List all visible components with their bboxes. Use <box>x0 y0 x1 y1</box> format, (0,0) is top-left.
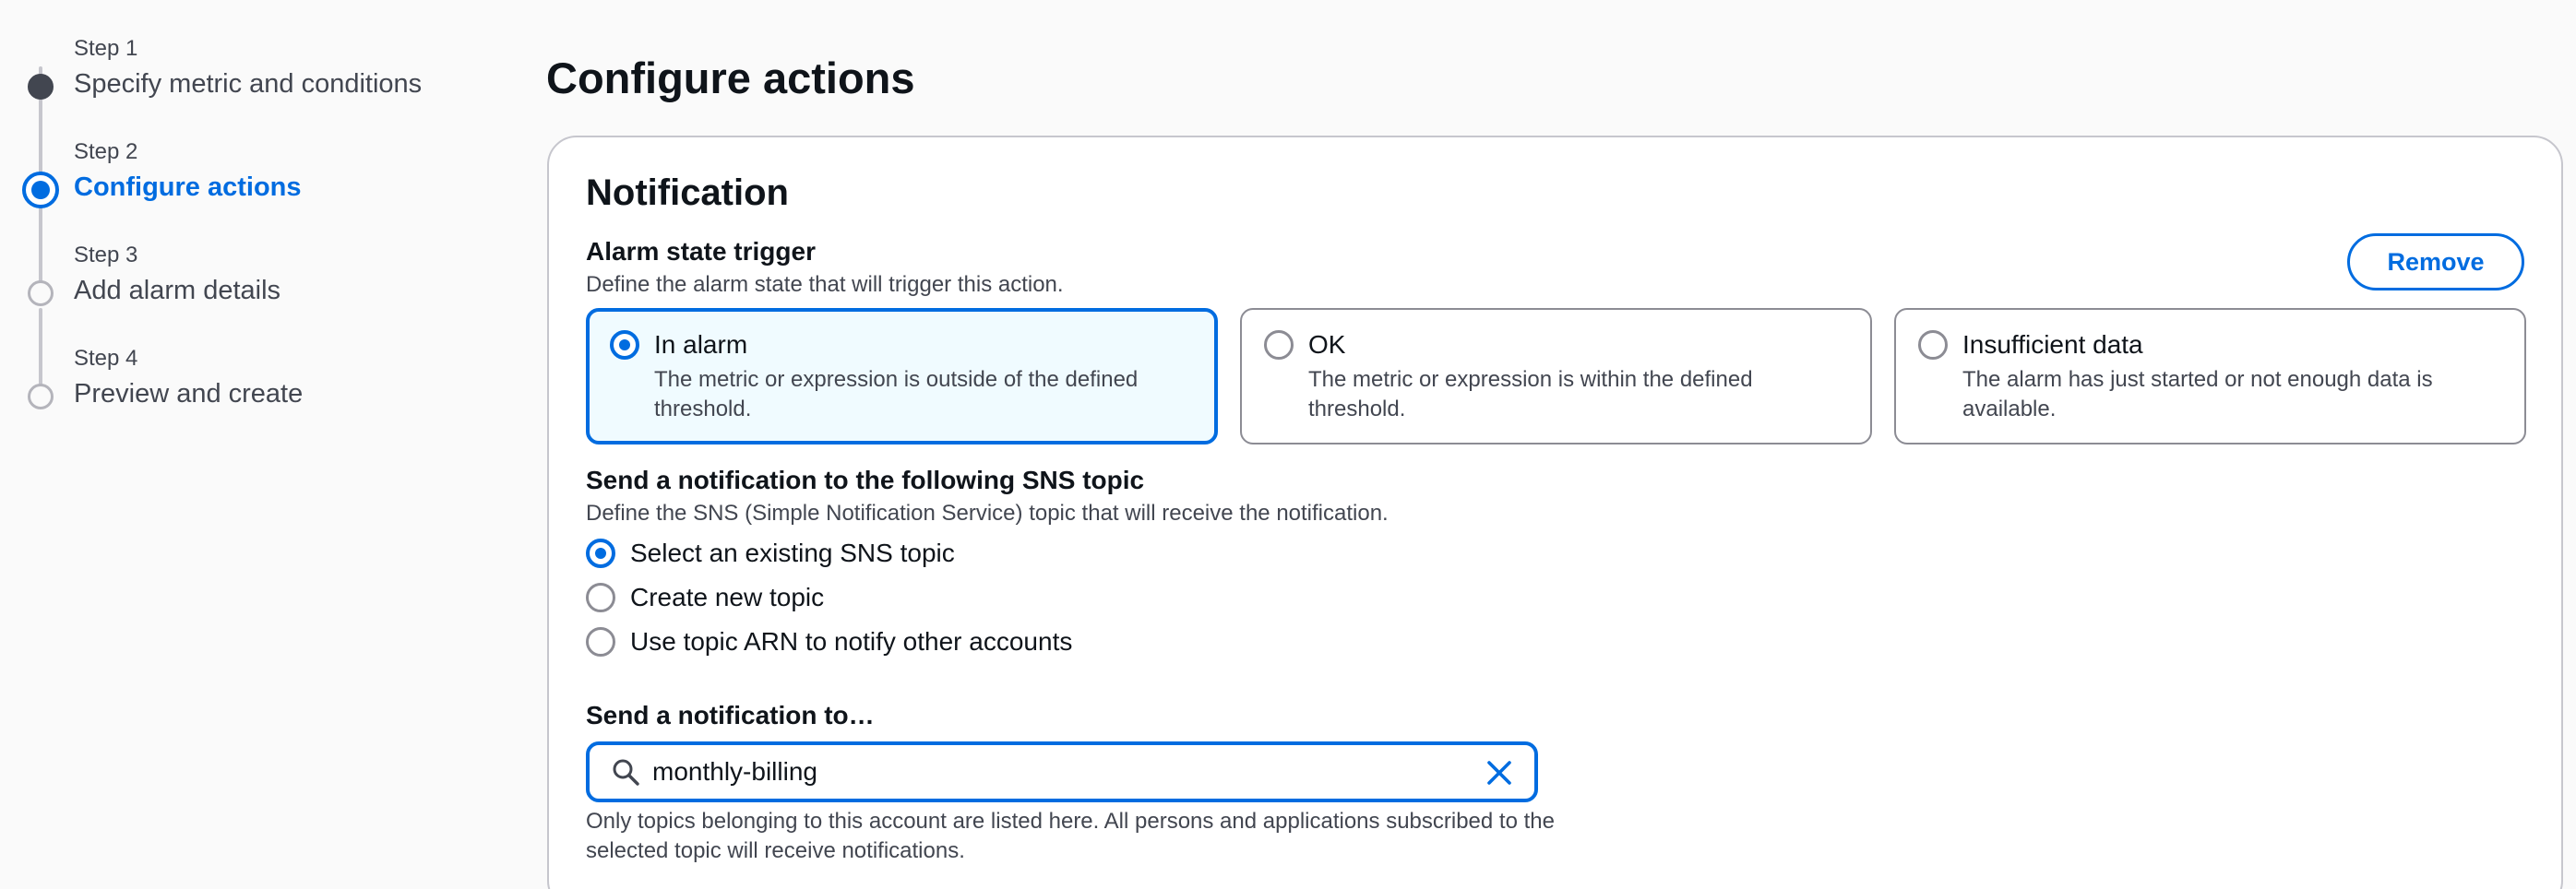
alarm-state-tile-insufficient-data[interactable]: Insufficient data The alarm has just sta… <box>1894 308 2526 444</box>
radio-button[interactable] <box>1264 330 1294 360</box>
tile-title: Insufficient data <box>1962 330 2143 359</box>
page: Step 1 Specify metric and conditions Ste… <box>0 0 2576 889</box>
tile-title: In alarm <box>654 330 748 359</box>
remove-button[interactable]: Remove <box>2347 233 2524 290</box>
search-icon <box>613 759 639 786</box>
sns-topic-label: Send a notification to the following SNS… <box>586 466 1145 494</box>
step-number: Step 4 <box>74 346 138 371</box>
step-title: Add alarm details <box>74 276 281 305</box>
alarm-state-tile-ok[interactable]: OK The metric or expression is within th… <box>1240 308 1872 444</box>
alarm-state-tile-in-alarm[interactable]: In alarm The metric or expression is out… <box>586 308 1218 444</box>
radio-button[interactable] <box>1918 330 1948 360</box>
topic-search-field[interactable] <box>586 741 1538 802</box>
topic-search-input[interactable] <box>652 753 1446 791</box>
sns-option-existing-topic[interactable]: Select an existing SNS topic <box>586 535 1324 572</box>
radio-button[interactable] <box>586 539 615 568</box>
sns-option-topic-arn[interactable]: Use topic ARN to notify other accounts <box>586 623 1324 660</box>
radio-label[interactable]: Use topic ARN to notify other accounts <box>630 625 1072 658</box>
step-number: Step 3 <box>74 243 138 267</box>
close-icon[interactable] <box>1485 758 1514 788</box>
wizard-step-4: Step 4 Preview and create <box>0 345 517 437</box>
tile-description: The alarm has just started or not enough… <box>1962 367 2433 421</box>
wizard-steps: Step 1 Specify metric and conditions Ste… <box>0 0 517 889</box>
step-title: Configure actions <box>74 172 302 202</box>
step-number: Step 1 <box>74 36 138 61</box>
wizard-step-1[interactable]: Step 1 Specify metric and conditions <box>0 35 517 127</box>
tile-title: OK <box>1308 330 1346 359</box>
tile-description: The metric or expression is within the d… <box>1308 367 1753 421</box>
tile-description: The metric or expression is outside of t… <box>654 367 1139 421</box>
step-status-dot <box>28 280 54 306</box>
step-title: Preview and create <box>74 379 304 409</box>
page-title: Configure actions <box>546 53 915 102</box>
send-to-label: Send a notification to… <box>586 701 875 729</box>
radio-label[interactable]: Create new topic <box>630 581 824 614</box>
step-status-dot <box>22 172 59 208</box>
radio-label[interactable]: Select an existing SNS topic <box>630 537 955 570</box>
step-status-dot <box>28 384 54 409</box>
sns-option-create-topic[interactable]: Create new topic <box>586 579 1324 616</box>
radio-button[interactable] <box>586 627 615 657</box>
alarm-state-label: Alarm state trigger <box>586 237 816 266</box>
step-title[interactable]: Specify metric and conditions <box>74 66 422 101</box>
notification-panel: Notification Remove Alarm state trigger … <box>547 136 2563 889</box>
step-number: Step 2 <box>74 139 138 164</box>
wizard-step-2: Step 2 Configure actions <box>0 138 517 231</box>
radio-button[interactable] <box>586 583 615 612</box>
radio-button[interactable] <box>610 330 639 360</box>
step-status-dot <box>28 74 54 100</box>
send-to-hint: Only topics belonging to this account ar… <box>586 809 1555 863</box>
panel-title: Notification <box>586 172 789 213</box>
wizard-step-3: Step 3 Add alarm details <box>0 242 517 334</box>
sns-topic-description: Define the SNS (Simple Notification Serv… <box>586 501 1389 526</box>
alarm-state-description: Define the alarm state that will trigger… <box>586 272 1064 297</box>
